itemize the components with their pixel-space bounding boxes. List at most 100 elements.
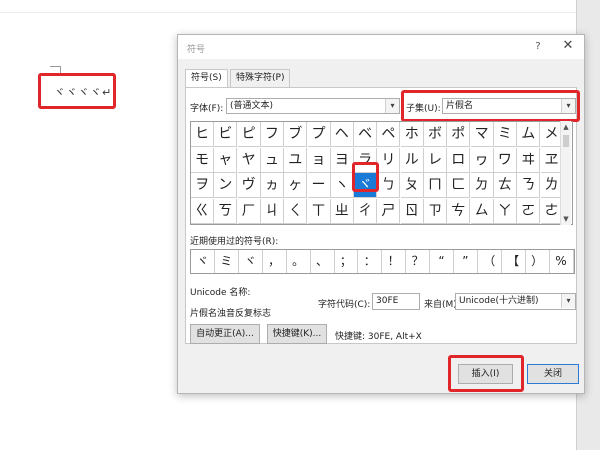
from-select[interactable]: Unicode(十六进制) ▾: [455, 293, 576, 310]
symbol-cell[interactable]: ポ: [447, 122, 471, 147]
symbol-cell[interactable]: ミ: [493, 122, 517, 147]
symbol-cell[interactable]: ョ: [307, 147, 331, 173]
symbol-cell[interactable]: ブ: [284, 122, 308, 147]
help-button[interactable]: ?: [530, 39, 546, 55]
symbol-cell[interactable]: ㄑ: [284, 198, 308, 224]
symbol-cell[interactable]: ュ: [260, 147, 284, 173]
symbol-cell[interactable]: リ: [377, 147, 401, 173]
symbol-cell[interactable]: ボ: [424, 122, 447, 147]
symbol-cell[interactable]: ヴ: [237, 173, 261, 198]
recent-symbol-cell[interactable]: ：: [358, 250, 383, 273]
symbol-cell[interactable]: ヶ: [284, 173, 308, 198]
symbol-cell[interactable]: レ: [424, 147, 447, 173]
chevron-down-icon[interactable]: ▾: [561, 294, 575, 308]
close-button[interactable]: 关闭: [527, 364, 579, 384]
recent-symbol-cell[interactable]: ）: [526, 250, 550, 273]
symbol-cell[interactable]: ㄘ: [447, 198, 471, 224]
document-text-highlight: [38, 73, 116, 109]
symbol-dialog: 符号 ? ✕ 符号(S) 特殊字符(P) 字体(F): (普通文本) ▾ 子集(…: [177, 34, 585, 394]
symbol-cell[interactable]: ロ: [447, 147, 471, 173]
autocorrect-button[interactable]: 自动更正(A)...: [190, 324, 260, 344]
symbol-cell[interactable]: ㄓ: [330, 198, 354, 224]
symbol-cell[interactable]: ヮ: [470, 147, 494, 173]
recent-symbols-label: 近期使用过的符号(R):: [190, 237, 279, 247]
recent-symbol-cell[interactable]: 【: [502, 250, 526, 273]
recent-symbol-cell[interactable]: “: [430, 250, 454, 273]
symbol-cell[interactable]: ワ: [493, 147, 517, 173]
symbol-cell[interactable]: ㄈ: [447, 173, 471, 198]
symbol-cell[interactable]: ㄋ: [517, 173, 541, 198]
recent-symbol-cell[interactable]: ミ: [215, 250, 239, 273]
symbol-cell[interactable]: ㄏ: [237, 198, 261, 224]
char-code-label: 字符代码(C):: [318, 300, 371, 310]
symbol-cell[interactable]: ㄆ: [400, 173, 424, 198]
symbol-cell[interactable]: ヨ: [330, 147, 354, 173]
scroll-thumb[interactable]: [563, 135, 569, 147]
recent-symbol-cell[interactable]: 、: [311, 250, 335, 273]
scroll-up-icon[interactable]: ▲: [561, 122, 571, 132]
symbol-cell[interactable]: ヵ: [260, 173, 284, 198]
symbol-cell[interactable]: ㄛ: [517, 198, 541, 224]
symbol-cell[interactable]: フ: [260, 122, 284, 147]
symbol-cell[interactable]: ー: [307, 173, 331, 198]
recent-symbol-cell[interactable]: ヾ: [239, 250, 263, 273]
symbol-cell[interactable]: ㄖ: [400, 198, 424, 224]
scroll-down-icon[interactable]: ▼: [561, 214, 571, 224]
symbol-cell[interactable]: ヽ: [330, 173, 354, 198]
symbol-cell[interactable]: ヘ: [330, 122, 354, 147]
char-code-field[interactable]: 30FE: [372, 293, 420, 310]
subset-highlight: [401, 90, 580, 122]
close-icon[interactable]: ✕: [560, 38, 576, 54]
dialog-titlebar[interactable]: 符号 ? ✕: [178, 35, 584, 59]
font-select[interactable]: (普通文本) ▾: [226, 98, 400, 114]
symbol-cell[interactable]: ピ: [237, 122, 261, 147]
symbol-cell[interactable]: ヲ: [191, 173, 214, 198]
shortcut-key-button[interactable]: 快捷键(K)...: [267, 324, 327, 344]
symbol-cell[interactable]: ャ: [214, 147, 238, 173]
recent-symbol-cell[interactable]: （: [478, 250, 502, 273]
recent-symbol-cell[interactable]: ？: [406, 250, 431, 273]
symbol-grid[interactable]: ヒビピフブプヘベペホボポマミムメモャヤュユョヨラリルレロヮワヰヱヲンヴヵヶーヽヾ…: [190, 121, 573, 225]
symbol-cell[interactable]: マ: [470, 122, 494, 147]
symbol-cell[interactable]: ㄕ: [377, 198, 401, 224]
tab-symbols[interactable]: 符号(S): [185, 69, 228, 88]
symbol-cell[interactable]: ㄇ: [424, 173, 447, 198]
symbol-cell[interactable]: ホ: [400, 122, 424, 147]
insert-button-highlight: [448, 355, 524, 392]
recent-symbol-cell[interactable]: ，: [263, 250, 287, 273]
symbol-cell[interactable]: ビ: [214, 122, 238, 147]
symbol-cell[interactable]: ヒ: [191, 122, 214, 147]
chevron-down-icon[interactable]: ▾: [385, 99, 399, 113]
symbol-cell[interactable]: ㄍ: [191, 198, 214, 224]
symbol-cell[interactable]: ㄉ: [470, 173, 494, 198]
symbol-cell[interactable]: ㄔ: [354, 198, 378, 224]
symbol-cell[interactable]: ㄚ: [493, 198, 517, 224]
symbol-cell[interactable]: ヰ: [517, 147, 541, 173]
recent-symbol-cell[interactable]: ；: [334, 250, 359, 273]
symbol-cell[interactable]: ペ: [377, 122, 401, 147]
symbol-cell[interactable]: ㄊ: [493, 173, 517, 198]
symbol-cell[interactable]: ユ: [284, 147, 308, 173]
symbol-cell[interactable]: ベ: [354, 122, 378, 147]
symbol-cell[interactable]: プ: [307, 122, 331, 147]
recent-symbol-cell[interactable]: 。: [287, 250, 311, 273]
recent-symbol-cell[interactable]: ！: [382, 250, 407, 273]
recent-symbol-cell[interactable]: %: [550, 250, 574, 273]
symbol-cell[interactable]: ヤ: [237, 147, 261, 173]
recent-symbol-cell[interactable]: ヾ: [191, 250, 215, 273]
symbol-grid-scrollbar[interactable]: ▲ ▼: [560, 121, 571, 225]
symbol-cell[interactable]: ㄅ: [377, 173, 401, 198]
symbol-cell[interactable]: モ: [191, 147, 214, 173]
symbol-cell[interactable]: ル: [400, 147, 424, 173]
recent-symbols-row[interactable]: ヾミヾ，。、；：！？ “” （【）%: [190, 249, 575, 274]
dialog-title: 符号: [187, 45, 206, 55]
symbol-cell[interactable]: ㄗ: [424, 198, 447, 224]
symbol-cell[interactable]: ム: [517, 122, 541, 147]
tab-special-characters[interactable]: 特殊字符(P): [230, 69, 291, 87]
symbol-cell[interactable]: ㄎ: [214, 198, 238, 224]
symbol-cell[interactable]: ㄐ: [260, 198, 284, 224]
recent-symbol-cell[interactable]: ”: [454, 250, 478, 273]
symbol-cell[interactable]: ㄒ: [307, 198, 331, 224]
symbol-cell[interactable]: ㄙ: [470, 198, 494, 224]
symbol-cell[interactable]: ン: [214, 173, 238, 198]
